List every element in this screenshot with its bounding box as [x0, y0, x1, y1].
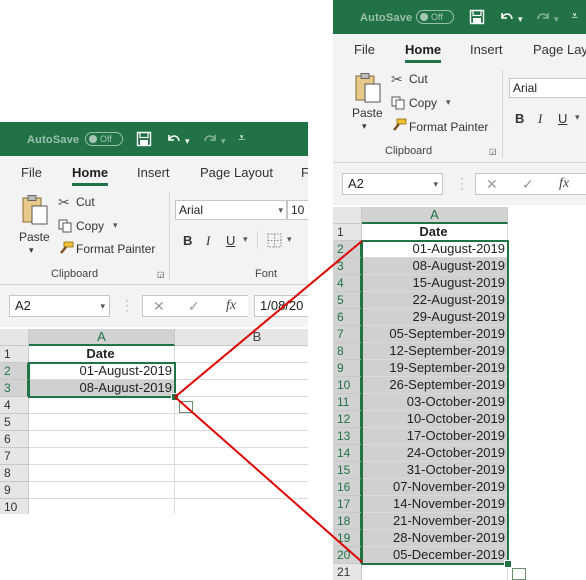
callout-line-top: [174, 240, 363, 398]
callout-arrows: [174, 240, 363, 563]
callout-line-bottom: [174, 396, 363, 563]
